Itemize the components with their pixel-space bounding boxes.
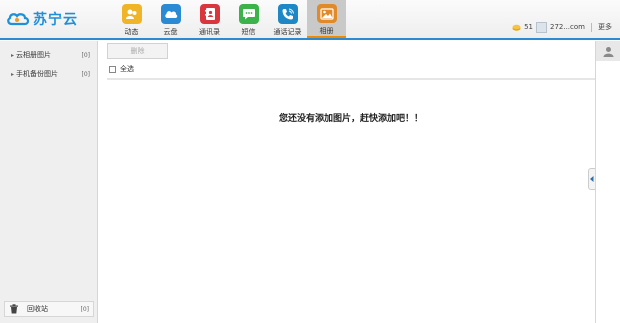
right-panel [595,41,620,323]
nav-cloud-drive[interactable]: 云盘 [151,0,190,38]
top-bar: 苏宁云 动态 云盘 通讯录 短信 通话记录 相册 51 272...com 更多 [0,0,620,40]
sidebar-item-cloud-album[interactable]: ▸ 云相册图片 [0] [0,47,98,63]
nav-sms[interactable]: 短信 [229,0,268,38]
nav-activity[interactable]: 动态 [112,0,151,38]
recycle-count: [0] [80,305,90,313]
list-divider [107,78,595,80]
nav-label-activity: 动态 [124,28,139,36]
nav-contacts[interactable]: 通讯录 [190,0,229,38]
sms-icon [238,4,259,24]
logo-cloud-icon [7,13,30,26]
select-all[interactable]: 全选 [109,64,134,74]
coin-count: 51 [524,23,533,31]
divider [591,22,592,32]
sidebar-item-count: [0] [81,51,91,59]
nav-label-cloud-drive: 云盘 [163,28,178,36]
nav-label-call-log: 通话记录 [273,28,302,36]
cloud-icon [160,4,181,24]
app-window: 苏宁云 动态 云盘 通讯录 短信 通话记录 相册 51 272...com 更多… [0,0,620,323]
nav-label-album: 相册 [319,27,334,35]
nav-label-sms: 短信 [241,28,256,36]
nav-album[interactable]: 相册 [307,0,346,38]
more-link[interactable]: 更多 [598,22,612,32]
album-icon [316,4,337,23]
user-avatar[interactable] [536,21,547,33]
brand-logo[interactable]: 苏宁云 [6,8,78,30]
sidebar-item-label: 手机备份图片 [16,70,59,78]
sidebar-item-count: [0] [81,70,91,78]
nav-call-log[interactable]: 通话记录 [268,0,307,38]
sidebar-item-label: 云相册图片 [16,51,52,59]
bullet-arrow-icon: ▸ [11,70,15,78]
album-sidebar: ▸ 云相册图片 [0] ▸ 手机备份图片 [0] 回收站 [0] [0,41,98,323]
recycle-bin[interactable]: 回收站 [0] [4,301,94,317]
sidebar-item-phone-backup[interactable]: ▸ 手机备份图片 [0] [0,66,98,82]
activity-icon [121,4,142,24]
contacts-icon [199,4,220,24]
account-name[interactable]: 272...com [550,23,585,31]
chevron-left-icon [590,176,594,182]
main-nav: 动态 云盘 通讯录 短信 通话记录 相册 [112,0,346,38]
call-log-icon [277,4,298,24]
user-icon [603,46,613,57]
panel-toggle[interactable] [588,168,595,190]
delete-button[interactable]: 删除 [107,43,168,59]
panel-header[interactable] [596,41,620,61]
nav-label-contacts: 通讯录 [199,28,220,36]
select-all-checkbox[interactable] [109,65,116,73]
select-all-label: 全选 [120,65,134,73]
user-box: 51 272...com 更多 [512,20,612,34]
trash-icon [10,304,18,314]
bullet-arrow-icon: ▸ [11,51,15,59]
empty-state-message: 您还没有添加图片，赶快添加吧！！ [278,114,423,124]
recycle-label: 回收站 [27,305,48,313]
brand-name: 苏宁云 [33,12,78,28]
coin-icon [512,24,521,31]
